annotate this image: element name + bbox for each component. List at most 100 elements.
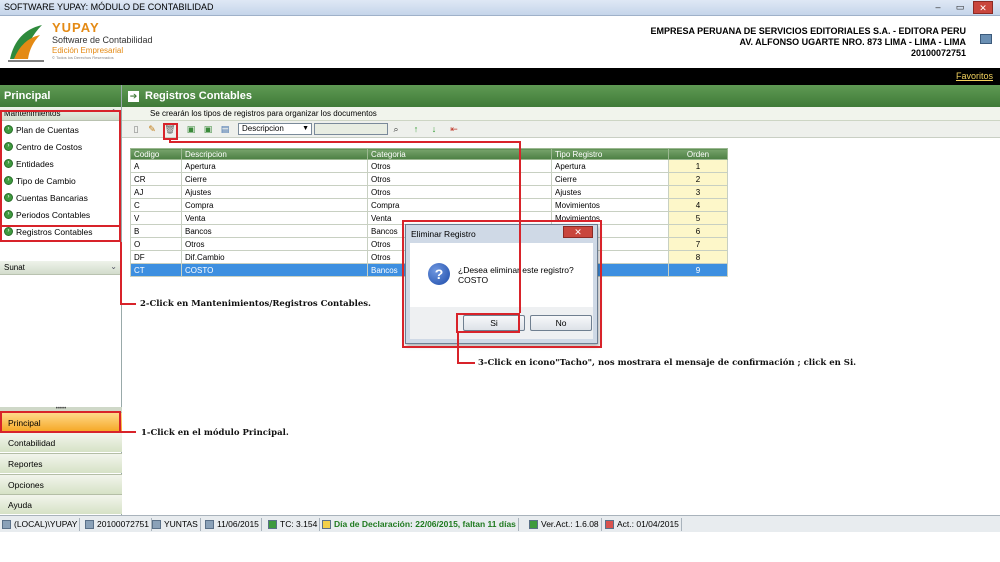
cell: Bancos (181, 224, 368, 238)
main-title-bar: ➔ Registros Contables (122, 85, 1000, 107)
exit-icon[interactable]: ⇤ (448, 123, 460, 135)
cell: Compra (367, 198, 552, 212)
annotation-line (120, 242, 122, 305)
annotation-box-trash (163, 123, 178, 140)
maximize-button[interactable]: ▭ (950, 1, 970, 14)
cell: COSTO (181, 263, 368, 277)
cell: DF (130, 250, 182, 264)
chevron-down-icon[interactable]: ⌄ (110, 262, 117, 271)
module-opciones[interactable]: Opciones (0, 474, 122, 494)
cell: 1 (668, 159, 728, 173)
dropdown-arrow-icon: ▼ (302, 125, 309, 132)
lightbulb-icon (322, 520, 331, 529)
annotation-line (519, 141, 521, 313)
cell: Apertura (551, 159, 669, 173)
favorites-link[interactable]: Favoritos (956, 71, 993, 81)
print-icon[interactable]: ▤ (219, 123, 231, 135)
logo-name: YUPAY (52, 20, 100, 35)
company-ruc: 20100072751 (910, 48, 966, 58)
cell: Movimientos (551, 198, 669, 212)
col-tipo-registro[interactable]: Tipo Registro (551, 148, 669, 160)
cell: Apertura (181, 159, 368, 173)
main-subtitle: Se crearán los tipos de registros para o… (122, 107, 1000, 121)
col-categoria[interactable]: Categoria (367, 148, 552, 160)
minimize-button[interactable]: – (928, 1, 948, 14)
status-text: Ver.Act.: 1.6.08 (541, 519, 599, 529)
cell: Cierre (181, 172, 368, 186)
cell: Otros (181, 237, 368, 251)
new-document-icon[interactable]: ▯ (130, 123, 142, 135)
user-icon (152, 520, 161, 529)
cell: Otros (367, 172, 552, 186)
search-input[interactable] (314, 123, 388, 135)
annotation-box-registros (0, 225, 121, 242)
annotation-box-mantenimientos (0, 110, 121, 242)
cell: Ajustes (181, 185, 368, 199)
calendar-icon (605, 520, 614, 529)
company-address: AV. ALFONSO UGARTE NRO. 873 LIMA - LIMA … (739, 37, 966, 47)
cell: 2 (668, 172, 728, 186)
table-row[interactable]: CR Cierre Otros Cierre 2 (130, 172, 728, 186)
network-icon[interactable] (980, 34, 992, 44)
annotation-box-yes (456, 313, 520, 333)
module-ayuda[interactable]: Ayuda (0, 494, 122, 514)
table-header-row: Codigo Descripcion Categoria Tipo Regist… (130, 148, 728, 160)
binoculars-icon[interactable]: ⌕ (390, 123, 402, 135)
col-codigo[interactable]: Codigo (130, 148, 182, 160)
annotation-step3: 3-Click en icono"Tacho", nos mostrara el… (478, 358, 857, 368)
window-close-button[interactable]: ✕ (973, 1, 993, 14)
arrow-right-icon: ➔ (128, 90, 139, 102)
check-icon (529, 520, 538, 529)
status-bar: (LOCAL)\YUPAY 20100072751 YUNTAS 11/06/2… (0, 515, 1000, 532)
search-field-select[interactable]: Descripcion ▼ (238, 123, 312, 135)
status-tc: TC: 3.154 (266, 518, 321, 531)
table-row[interactable]: AJ Ajustes Otros Ajustes 3 (130, 185, 728, 199)
cell: V (130, 211, 182, 225)
left-panel-title: Principal (0, 85, 121, 107)
cell: Venta (181, 211, 368, 225)
app-header: YUPAY Software de Contabilidad Edición E… (0, 16, 1000, 68)
main-title: Registros Contables (145, 90, 252, 102)
module-contabilidad[interactable]: Contabilidad (0, 432, 122, 452)
export-icon[interactable]: ▣ (202, 123, 214, 135)
annotation-line (169, 141, 521, 143)
cell: AJ (130, 185, 182, 199)
cell: Compra (181, 198, 368, 212)
status-date: 11/06/2015 (203, 518, 262, 531)
col-orden[interactable]: Orden (668, 148, 728, 160)
col-descripcion[interactable]: Descripcion (181, 148, 368, 160)
company-name: EMPRESA PERUANA DE SERVICIOS EDITORIALES… (650, 26, 966, 36)
annotation-line (120, 431, 136, 433)
edit-pencil-icon[interactable]: ✎ (146, 123, 158, 135)
cell: 4 (668, 198, 728, 212)
section-sunat[interactable]: Sunat ⌄ (0, 261, 121, 275)
annotation-step1: 1-Click en el módulo Principal. (141, 428, 289, 438)
status-db: (LOCAL)\YUPAY (0, 518, 81, 531)
cell: Otros (367, 185, 552, 199)
import-icon[interactable]: ▣ (185, 123, 197, 135)
annotation-line (457, 362, 475, 364)
cell: Dif.Cambio (181, 250, 368, 264)
status-text: 20100072751 (97, 519, 150, 529)
status-text: 11/06/2015 (217, 519, 259, 529)
move-down-icon[interactable]: ↓ (428, 123, 440, 135)
cell: CT (130, 263, 182, 277)
dollar-icon (268, 520, 277, 529)
status-text: Act.: 01/04/2015 (617, 519, 679, 529)
logo-edition: Edición Empresarial (52, 46, 124, 55)
module-reportes[interactable]: Reportes (0, 453, 122, 473)
status-text: TC: 3.154 (280, 519, 318, 529)
cell: Cierre (551, 172, 669, 186)
move-up-icon[interactable]: ↑ (410, 123, 422, 135)
status-text: Día de Declaración: 22/06/2015, faltan 1… (334, 519, 516, 529)
cell: 5 (668, 211, 728, 225)
annotation-line (457, 333, 459, 364)
cell: C (130, 198, 182, 212)
table-row[interactable]: A Apertura Otros Apertura 1 (130, 159, 728, 173)
table-row[interactable]: C Compra Compra Movimientos 4 (130, 198, 728, 212)
favorites-bar: Favoritos (0, 68, 1000, 85)
status-text: YUNTAS (164, 519, 198, 529)
cell: 7 (668, 237, 728, 251)
status-ruc: 20100072751 (83, 518, 153, 531)
toolbar: ▯ ✎ 🗑 ▣ ▣ ▤ Descripcion ▼ ⌕ ↑ ↓ ⇤ (122, 121, 1000, 138)
